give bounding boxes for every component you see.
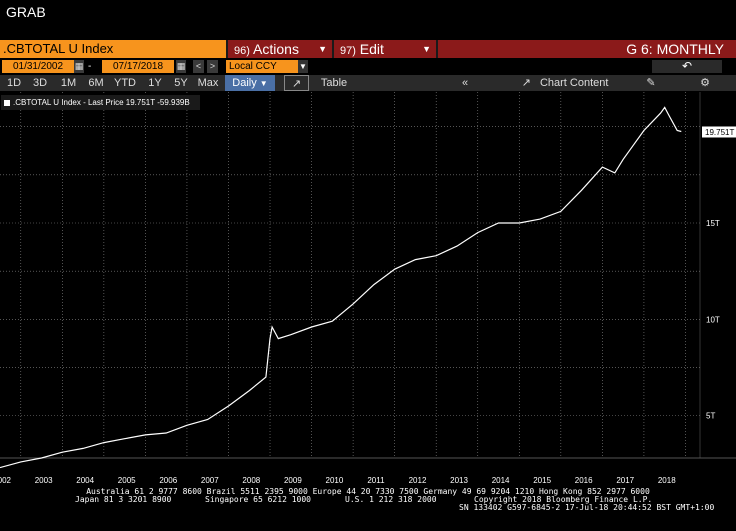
- x-tick-label: 2009: [284, 476, 302, 485]
- chevron-down-icon: ▼: [422, 44, 431, 54]
- actions-menu[interactable]: 96) Actions ▼: [228, 40, 332, 58]
- x-tick-label: 2010: [326, 476, 344, 485]
- footer-us: U.S. 1 212 318 2000: [345, 495, 437, 504]
- last-value-label: 19.751T: [702, 126, 736, 138]
- range-3d[interactable]: 3D: [28, 75, 52, 91]
- legend-text: .CBTOTAL U Index - Last Price 19.751T -5…: [13, 98, 190, 107]
- collapse-arrows-icon[interactable]: «: [448, 75, 482, 91]
- table-button[interactable]: Table: [312, 75, 356, 91]
- x-tick-label: 2013: [450, 476, 468, 485]
- chart-content-icon: ↗: [521, 77, 531, 89]
- x-tick-label: 2006: [159, 476, 177, 485]
- x-tick-label: 2018: [658, 476, 676, 485]
- range-max[interactable]: Max: [194, 75, 222, 91]
- x-tick-label: 2017: [616, 476, 634, 485]
- actions-number: 96): [234, 45, 250, 57]
- period-select[interactable]: Daily ▼: [225, 75, 275, 91]
- price-chart[interactable]: 5T 10T 15T 2002 2003 2004 2005 2006 2007 2008 200…: [0, 92, 736, 487]
- calendar-icon[interactable]: ▦: [176, 60, 186, 73]
- annotate-icon[interactable]: ✎: [636, 75, 666, 91]
- line-chart-icon[interactable]: ↗: [284, 75, 309, 91]
- start-date-input[interactable]: 01/31/2002: [2, 60, 74, 73]
- y-tick-label: 5T: [706, 412, 715, 421]
- x-tick-label: 2002: [0, 476, 12, 485]
- range-ytd[interactable]: YTD: [110, 75, 140, 91]
- range-1y[interactable]: 1Y: [143, 75, 167, 91]
- legend: .CBTOTAL U Index - Last Price 19.751T -5…: [1, 95, 200, 110]
- end-date-input[interactable]: 07/17/2018: [102, 60, 174, 73]
- chart-content-button[interactable]: ↗ Chart Content: [500, 75, 630, 91]
- x-tick-label: 2014: [492, 476, 510, 485]
- x-tick-label: 2011: [367, 476, 385, 485]
- y-tick-label: 10T: [706, 315, 720, 324]
- chevron-down-icon: ▼: [318, 44, 327, 54]
- undo-icon[interactable]: ↶: [652, 60, 722, 73]
- edit-label: Edit: [359, 41, 384, 57]
- x-tick-label: 2016: [575, 476, 593, 485]
- footer-sn: SN 133402 G597-6845-2 17-Jul-18 20:44:52…: [459, 503, 715, 512]
- chart-content-label: Chart Content: [539, 77, 609, 89]
- x-tick-label: 2005: [118, 476, 136, 485]
- footer-japan: Japan 81 3 3201 8900: [75, 495, 172, 504]
- range-1m[interactable]: 1M: [55, 75, 82, 91]
- chevron-down-icon: ▼: [259, 79, 268, 88]
- calendar-icon[interactable]: ▦: [74, 60, 84, 73]
- x-tick-label: 2007: [201, 476, 219, 485]
- actions-label: Actions: [253, 41, 299, 57]
- x-tick-label: 2012: [409, 476, 427, 485]
- legend-swatch: [4, 99, 10, 106]
- gear-icon[interactable]: ⚙: [690, 75, 720, 91]
- graph-title: G 6: MONTHLY: [438, 40, 736, 58]
- range-5y[interactable]: 5Y: [169, 75, 193, 91]
- x-tick-label: 2008: [242, 476, 260, 485]
- period-label: Daily: [232, 77, 257, 89]
- x-tick-label: 2015: [533, 476, 551, 485]
- last-value-text: 19.751T: [705, 128, 734, 137]
- currency-select[interactable]: Local CCY: [226, 60, 298, 73]
- chevron-down-icon[interactable]: ▼: [298, 60, 308, 73]
- y-tick-label: 15T: [706, 219, 720, 228]
- date-separator: -: [88, 61, 92, 72]
- edit-number: 97): [340, 45, 356, 57]
- x-tick-label: 2003: [35, 476, 53, 485]
- footer-singapore: Singapore 65 6212 1000: [205, 495, 311, 504]
- x-tick-label: 2004: [76, 476, 94, 485]
- edit-menu[interactable]: 97) Edit ▼: [334, 40, 436, 58]
- window-title: GRAB: [6, 4, 46, 20]
- range-1d[interactable]: 1D: [2, 75, 26, 91]
- range-6m[interactable]: 6M: [84, 75, 108, 91]
- next-arrow-icon[interactable]: >: [207, 60, 218, 73]
- prev-arrow-icon[interactable]: <: [193, 60, 204, 73]
- ticker-field[interactable]: .CBTOTAL U Index: [0, 40, 226, 58]
